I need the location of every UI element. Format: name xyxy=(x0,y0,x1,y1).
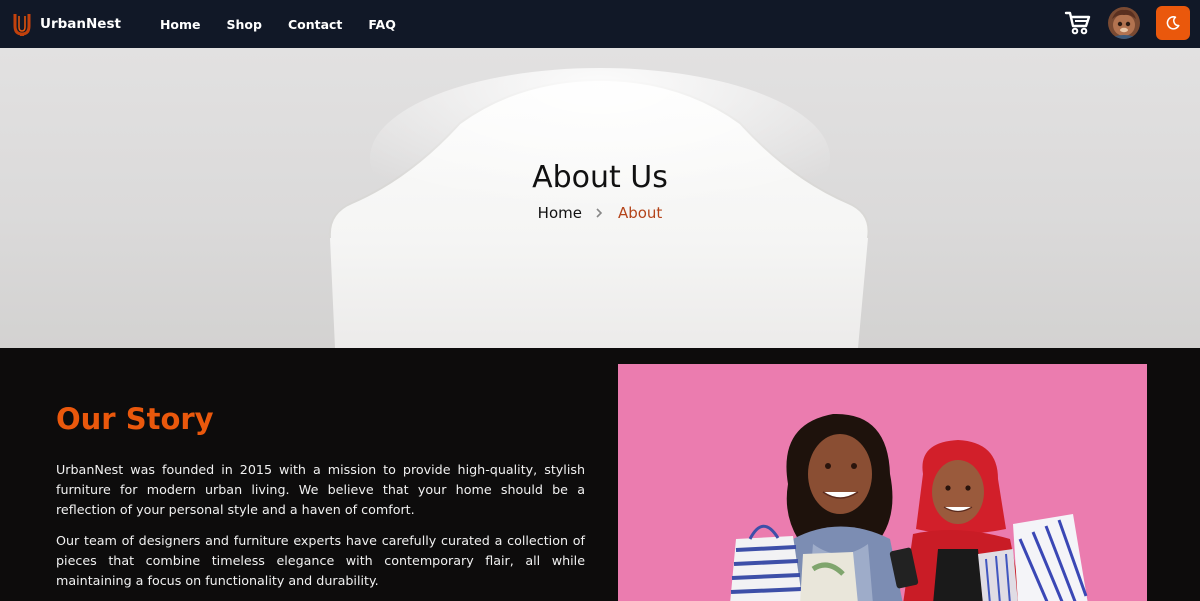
top-navbar: UrbanNest Home Shop Contact FAQ xyxy=(0,0,1200,48)
breadcrumb-home-link[interactable]: Home xyxy=(538,204,582,222)
our-story-section: Our Story UrbanNest was founded in 2015 … xyxy=(0,348,1200,601)
main-nav: Home Shop Contact FAQ xyxy=(160,17,422,32)
breadcrumb: Home About xyxy=(0,204,1200,222)
page-hero: About Us Home About xyxy=(0,48,1200,348)
story-paragraph: Our team of designers and furniture expe… xyxy=(56,533,585,588)
shopping-photo-illustration xyxy=(618,364,1147,601)
nav-link-contact[interactable]: Contact xyxy=(288,17,342,32)
avatar-image xyxy=(1108,7,1140,39)
nav-actions xyxy=(1064,6,1190,40)
nav-link-faq[interactable]: FAQ xyxy=(368,17,395,32)
story-paragraph: UrbanNest was founded in 2015 with a mis… xyxy=(56,462,585,517)
brand-name: UrbanNest xyxy=(40,16,121,32)
chevron-right-icon xyxy=(596,208,603,218)
user-avatar[interactable] xyxy=(1108,7,1140,39)
cart-icon[interactable] xyxy=(1064,9,1092,37)
theme-toggle-button[interactable] xyxy=(1156,6,1190,40)
section-title: Our Story xyxy=(56,402,214,436)
nav-link-home[interactable]: Home xyxy=(160,17,201,32)
moon-icon xyxy=(1166,16,1180,30)
breadcrumb-current: About xyxy=(617,204,663,222)
urbannest-logo-icon xyxy=(13,13,31,36)
two-women-shopping-photo xyxy=(618,364,1147,601)
white-chair-background-image xyxy=(328,68,870,348)
nav-link-shop[interactable]: Shop xyxy=(227,17,262,32)
brand[interactable]: UrbanNest xyxy=(13,12,121,37)
page-title: About Us xyxy=(532,160,668,195)
